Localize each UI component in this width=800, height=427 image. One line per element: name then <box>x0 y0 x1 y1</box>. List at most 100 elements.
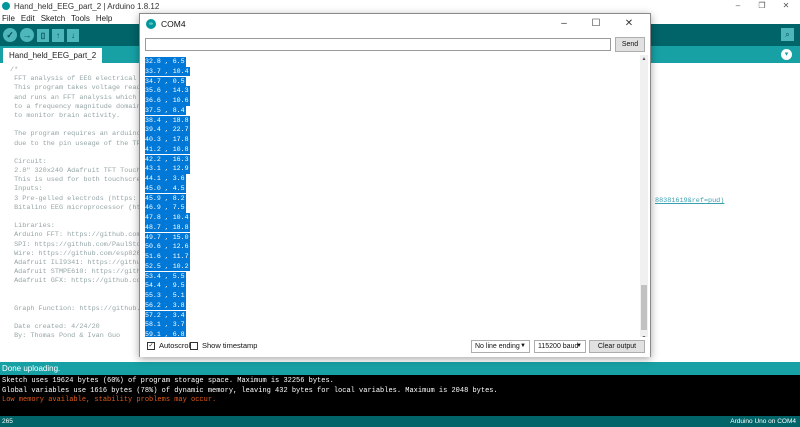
code-line: Bitalino EEG microprocessor (ht <box>10 203 141 212</box>
serial-output-row: 42.2 , 16.3 <box>145 154 190 165</box>
upload-arrow-icon[interactable]: → <box>20 28 34 42</box>
serial-scrollbar[interactable]: ▲ ▼ <box>640 55 648 342</box>
serial-output-row: 43.1 , 12.9 <box>145 164 190 174</box>
menu-tools[interactable]: Tools <box>71 14 90 23</box>
serial-footer: ✓ Autoscroll Show timestamp No line endi… <box>140 337 650 357</box>
serial-send-input[interactable] <box>145 38 611 51</box>
serial-output-row: 56.2 , 3.8 <box>145 300 186 311</box>
menu-file[interactable]: File <box>2 14 15 23</box>
autoscroll-label: Autoscroll <box>159 341 192 350</box>
serial-window-title: COM4 <box>161 19 186 29</box>
code-overflow-link[interactable]: 88381619&ref=pud) <box>655 197 724 205</box>
code-line: FFT analysis of EEG electrical s <box>10 75 145 84</box>
serial-output-row: 57.2 , 3.4 <box>145 310 186 321</box>
baud-rate-value: 115200 baud <box>538 343 579 350</box>
baud-rate-select[interactable]: 115200 baud ▼ <box>534 340 586 353</box>
serial-output-row: 33.7 , 10.4 <box>145 66 190 77</box>
close-icon[interactable]: ✕ <box>616 17 642 31</box>
code-line: SPI: https://github.com/PaulSto <box>10 240 141 249</box>
save-sketch-icon[interactable]: ↓ <box>67 28 79 42</box>
restore-icon[interactable]: ❐ <box>752 0 772 12</box>
serial-monitor-magnifier-icon[interactable]: ⌕ <box>781 28 794 41</box>
serial-output-row: 46.9 , 7.5 <box>145 203 186 213</box>
menu-sketch[interactable]: Sketch <box>41 14 65 23</box>
serial-output-row: 58.1 , 3.7 <box>145 320 186 330</box>
menu-edit[interactable]: Edit <box>21 14 35 23</box>
code-line: due to the pin useage of the TFT <box>10 139 145 148</box>
code-line: Libraries: <box>10 222 55 231</box>
line-ending-value: No line ending <box>475 343 520 350</box>
timestamp-checkbox[interactable] <box>190 342 198 350</box>
serial-output-row: 51.6 , 11.7 <box>145 252 190 262</box>
serial-output-row: 44.1 , 3.6 <box>145 174 186 184</box>
console-line: Global variables use 1616 bytes (78%) of… <box>2 386 498 395</box>
line-ending-select[interactable]: No line ending ▼ <box>471 340 530 353</box>
output-console: Sketch uses 19624 bytes (60%) of program… <box>0 375 800 416</box>
code-line: Adafruit ILI9341: https://github <box>10 258 145 267</box>
open-sketch-icon[interactable]: ↑ <box>52 28 64 42</box>
serial-output-row: 41.2 , 10.8 <box>145 144 190 155</box>
serial-output-row: 34.7 , 0.5 <box>145 76 186 87</box>
code-line: Adafruit STMPE610: https://githu <box>10 268 145 277</box>
send-button[interactable]: Send <box>615 37 645 52</box>
chevron-down-icon: ▼ <box>576 343 582 349</box>
tab-menu-chevron-down-icon[interactable]: ▾ <box>781 49 792 60</box>
code-line: Arduino FFT: https://github.com <box>10 231 141 240</box>
bottom-status-bar: 265 Arduino Uno on COM4 <box>0 416 800 427</box>
status-message: Done uploading. <box>0 362 800 375</box>
new-sketch-icon[interactable]: ▯ <box>37 28 49 42</box>
serial-output-row: 54.4 , 9.5 <box>145 281 186 291</box>
console-line: Sketch uses 19624 bytes (60%) of program… <box>2 377 334 385</box>
serial-output-row: 53.4 , 5.5 <box>145 271 186 282</box>
code-line: Date created: 4/24/20 <box>10 323 100 332</box>
code-line: and runs an FFT analysis which t <box>10 93 145 102</box>
menu-help[interactable]: Help <box>96 14 112 23</box>
arduino-ide-window: Hand_held_EEG_part_2 | Arduino 1.8.12 – … <box>0 0 800 427</box>
serial-output-row: 52.5 , 10.2 <box>145 261 190 272</box>
serial-output-row: 38.4 , 18.8 <box>145 115 190 126</box>
ide-window-title: Hand_held_EEG_part_2 | Arduino 1.8.12 <box>14 1 160 11</box>
verify-check-icon[interactable]: ✓ <box>3 28 17 42</box>
serial-title-bar: ∞ COM4 – ☐ ✕ <box>140 14 650 34</box>
scroll-up-icon[interactable]: ▲ <box>640 55 648 63</box>
serial-output-area[interactable]: 32.8 , 6.5 33.7 , 10.4 34.7 , 0.5 35.6 , 14… <box>145 55 640 342</box>
serial-output-row: 48.7 , 18.8 <box>145 222 190 233</box>
serial-output-row: 45.0 , 4.5 <box>145 183 186 194</box>
maximize-icon[interactable]: ☐ <box>583 17 609 31</box>
close-icon[interactable]: ✕ <box>776 0 796 12</box>
serial-output-row: 45.9 , 8.2 <box>145 193 186 204</box>
code-line: Circuit: <box>10 157 47 166</box>
scrollbar-thumb[interactable] <box>641 285 647 330</box>
serial-monitor-window: ∞ COM4 – ☐ ✕ Send 32.8 , 6.5 33.7 , 10.4 3… <box>139 13 651 357</box>
code-line: Wire: https://github.com/esp826 <box>10 249 141 258</box>
code-line: to monitor brain activity. <box>10 111 121 120</box>
editor-gutter <box>0 63 6 362</box>
serial-output-row: 50.6 , 12.6 <box>145 242 190 252</box>
minimize-icon[interactable]: – <box>728 0 748 12</box>
code-line: Graph Function: https://github.c <box>10 304 145 313</box>
code-line: This is used for both touchscre <box>10 176 141 185</box>
autoscroll-checkbox[interactable]: ✓ <box>147 342 155 350</box>
clear-output-button[interactable]: Clear output <box>589 340 645 353</box>
code-line: Inputs: <box>10 185 43 194</box>
line-number: 265 <box>2 418 13 425</box>
code-line: to a frequency magnitude domain <box>10 102 141 111</box>
serial-output-row: 36.6 , 10.6 <box>145 96 190 106</box>
minimize-icon[interactable]: – <box>551 17 577 31</box>
code-text: /* FFT analysis of EEG electrical s This… <box>10 66 145 342</box>
serial-output-row: 32.8 , 6.5 <box>145 57 186 67</box>
board-port-label: Arduino Uno on COM4 <box>730 418 796 425</box>
ide-title-bar: Hand_held_EEG_part_2 | Arduino 1.8.12 – … <box>0 0 800 12</box>
serial-output-row: 37.5 , 8.4 <box>145 105 186 116</box>
serial-output-row: 49.7 , 15.0 <box>145 232 190 243</box>
serial-output-row: 47.8 , 10.4 <box>145 213 190 223</box>
serial-output-row: 55.3 , 5.1 <box>145 291 186 301</box>
tab-sketch[interactable]: Hand_held_EEG_part_2 <box>3 48 103 63</box>
timestamp-label: Show timestamp <box>202 341 258 350</box>
